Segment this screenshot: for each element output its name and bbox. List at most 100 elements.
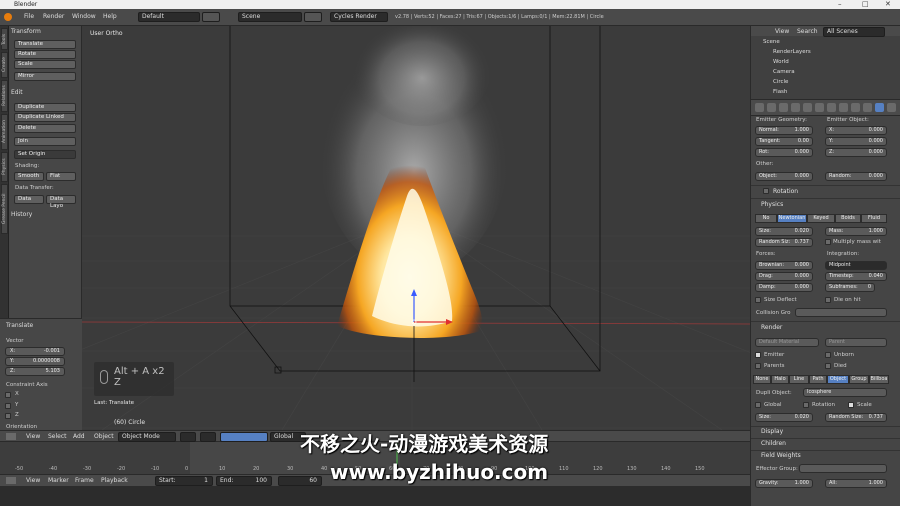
translate-button[interactable]: Translate [14, 40, 76, 49]
close-button[interactable]: ✕ [885, 0, 891, 9]
scene-dropdown[interactable]: Scene [238, 12, 302, 22]
modifiers-tab-icon[interactable] [827, 103, 836, 112]
outliner-view-menu[interactable]: View [775, 28, 789, 35]
material-dropdown[interactable]: Default Material [755, 338, 819, 347]
render-halo-button[interactable]: Halo [771, 375, 789, 384]
rot-field[interactable]: Rot: 0.000 [755, 148, 813, 157]
properties-editor[interactable]: Emitter Geometry: Emitter Object: Normal… [750, 100, 900, 506]
render-billboard-button[interactable]: Billboa [869, 375, 889, 384]
world-tab-icon[interactable] [791, 103, 800, 112]
physics-no-button[interactable]: No [755, 214, 777, 223]
menu-window[interactable]: Window [72, 13, 96, 20]
damp-field[interactable]: Damp: 0.000 [755, 283, 813, 292]
delete-button[interactable]: Delete [14, 124, 76, 133]
tab-physics[interactable]: Physics [1, 152, 8, 182]
object-menu[interactable]: Object [94, 433, 114, 440]
maximize-button[interactable]: □ [862, 0, 869, 9]
tab-create[interactable]: Create [1, 52, 8, 78]
rotation-render-checkbox[interactable] [803, 402, 809, 408]
normal-field[interactable]: Normal: 1.000 [755, 126, 813, 135]
render-group-button[interactable]: Group [849, 375, 869, 384]
view-menu[interactable]: View [26, 433, 40, 440]
gravity-field[interactable]: Gravity: 1.000 [755, 479, 813, 488]
render-random-size-field[interactable]: Random Size: 0.737 [825, 413, 887, 422]
object-tab-icon[interactable] [803, 103, 812, 112]
outliner-item-camera[interactable]: Camera [751, 67, 900, 77]
start-frame-field[interactable]: Start: 1 [155, 476, 213, 486]
join-button[interactable]: Join [14, 137, 76, 146]
physics-newtonian-button[interactable]: Newtonian [777, 214, 807, 223]
transform-panel-header[interactable]: Transform [11, 28, 41, 35]
add-menu[interactable]: Add [73, 433, 85, 440]
redo-header[interactable]: Translate [6, 322, 33, 329]
tab-animation[interactable]: Animation [1, 114, 8, 150]
brownian-field[interactable]: Brownian: 0.000 [755, 261, 813, 270]
constraints-tab-icon[interactable] [815, 103, 824, 112]
die-on-hit-checkbox[interactable] [825, 297, 831, 303]
constraint-z-checkbox[interactable] [5, 413, 11, 419]
render-object-button[interactable]: Object [827, 375, 849, 384]
subframes-field[interactable]: Subframes: 0 [825, 283, 875, 292]
effector-group-field[interactable] [799, 464, 887, 473]
constraint-x-checkbox[interactable] [5, 392, 11, 398]
vector-y-field[interactable]: Y: 0.0000008 [5, 357, 65, 366]
dupli-object-field[interactable]: Icosphere [803, 388, 887, 397]
drag-field[interactable]: Drag: 0.000 [755, 272, 813, 281]
history-panel-header[interactable]: History [11, 211, 32, 218]
scene-add-button[interactable] [304, 12, 322, 22]
unborn-checkbox[interactable] [825, 352, 831, 358]
died-checkbox[interactable] [825, 363, 831, 369]
render-none-button[interactable]: None [753, 375, 771, 384]
display-panel-header[interactable]: Display [761, 428, 783, 435]
manipulator-buttons[interactable] [220, 432, 268, 442]
emitter-z-field[interactable]: Z: 0.000 [825, 148, 887, 157]
constraint-y-checkbox[interactable] [5, 403, 11, 409]
outliner-item-scene[interactable]: Scene [751, 37, 900, 47]
multiply-mass-checkbox[interactable] [825, 239, 831, 245]
edit-panel-header[interactable]: Edit [11, 89, 23, 96]
tab-grease-pencil[interactable]: Grease Pencil [1, 184, 8, 234]
timeline-view-menu[interactable]: View [26, 477, 40, 484]
data-layout-button[interactable]: Data Layo [46, 195, 76, 209]
tab-tools[interactable]: Tools [1, 28, 8, 50]
duplicate-button[interactable]: Duplicate [14, 103, 76, 112]
layers-tab-icon[interactable] [767, 103, 776, 112]
all-weight-field[interactable]: All: 1.000 [825, 479, 887, 488]
integration-dropdown[interactable]: Midpoint [825, 261, 887, 270]
scale-checkbox[interactable] [848, 402, 854, 408]
outliner-search-menu[interactable]: Search [797, 28, 818, 35]
minimize-button[interactable]: – [838, 0, 842, 9]
physics-panel-header[interactable]: Physics [761, 201, 783, 208]
frame-menu[interactable]: Frame [75, 477, 94, 484]
timeline-editor-icon[interactable] [6, 477, 16, 484]
data-button[interactable]: Data [14, 195, 44, 204]
menu-render[interactable]: Render [43, 13, 64, 20]
physics-tab-icon[interactable] [887, 103, 896, 112]
tab-relations[interactable]: Relations [1, 80, 8, 112]
rotation-checkbox[interactable] [763, 188, 769, 194]
data-tab-icon[interactable] [839, 103, 848, 112]
rotate-button[interactable]: Rotate [14, 50, 76, 59]
outliner-item-renderlayers[interactable]: RenderLayers [751, 47, 900, 57]
pivot-dropdown[interactable] [200, 432, 216, 442]
material-tab-icon[interactable] [851, 103, 860, 112]
scale-button[interactable]: Scale [14, 60, 76, 69]
random-velocity-field[interactable]: Random: 0.000 [825, 172, 887, 181]
marker-menu[interactable]: Marker [48, 477, 69, 484]
tangent-field[interactable]: Tangent: 0.00 [755, 137, 813, 146]
outliner[interactable]: View Search All Scenes Scene RenderLayer… [750, 26, 900, 100]
render-engine-dropdown[interactable]: Cycles Render [330, 12, 388, 22]
mode-dropdown[interactable]: Object Mode [118, 432, 176, 442]
3d-viewport[interactable]: User Ortho Alt + A x2 Z Last: Translate … [82, 26, 750, 430]
emitter-checkbox[interactable] [755, 352, 761, 358]
global-checkbox[interactable] [755, 402, 761, 408]
layout-add-button[interactable] [202, 12, 220, 22]
vector-z-field[interactable]: Z: 5.103 [5, 367, 65, 376]
menu-help[interactable]: Help [103, 13, 117, 20]
scene-tab-icon[interactable] [779, 103, 788, 112]
layout-dropdown[interactable]: Default [138, 12, 200, 22]
editor-type-icon[interactable] [6, 433, 16, 440]
shading-dropdown[interactable] [180, 432, 196, 442]
blender-logo-icon[interactable] [4, 13, 12, 21]
size-field[interactable]: Size: 0.020 [755, 227, 813, 236]
